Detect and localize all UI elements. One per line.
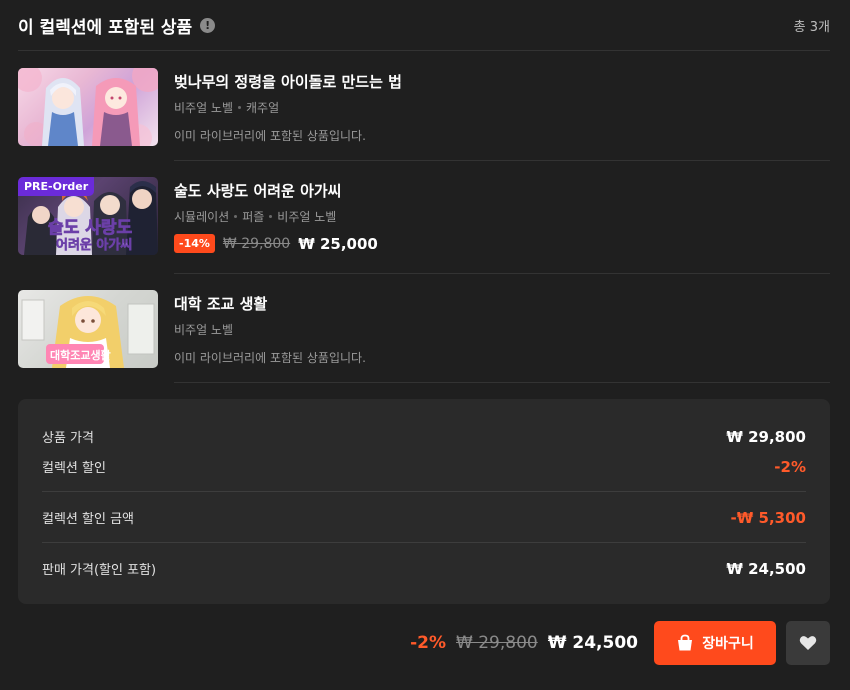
product-info: 술도 사랑도 어려운 아가씨 시뮬레이션 퍼즐 비주얼 노벨 -14% ₩ 29… xyxy=(174,177,830,274)
sale-price: ₩ 25,000 xyxy=(298,234,378,253)
product-thumbnail[interactable] xyxy=(18,68,158,146)
sale-price-value: ₩ 24,500 xyxy=(726,559,806,578)
product-tags: 비주얼 노벨 xyxy=(174,321,830,338)
product-title[interactable]: 대학 조교 생활 xyxy=(174,293,830,314)
purchase-bar: -2% ₩ 29,800 ₩ 24,500 장바구니 xyxy=(410,621,830,665)
collection-discount-row: 컬렉션 할인 -2% xyxy=(42,457,806,477)
preorder-badge: PRE-Order xyxy=(18,177,95,196)
product-price-value: ₩ 29,800 xyxy=(726,427,806,446)
sale-price-row: 판매 가격(할인 포함) ₩ 24,500 xyxy=(42,559,806,579)
product-info: 대학 조교 생활 비주얼 노벨 이미 라이브러리에 포함된 상품입니다. xyxy=(174,290,830,383)
product-thumbnail[interactable]: 대학조교생활 xyxy=(18,290,158,368)
product-item[interactable]: 대학조교생활 대학 조교 생활 비주얼 노벨 이미 라이브러리에 포함된 상품입… xyxy=(18,290,830,383)
tag-separator xyxy=(269,215,273,218)
product-price-row: 상품 가격 ₩ 29,800 xyxy=(42,427,806,447)
total-discount: -2% xyxy=(410,633,447,653)
heart-icon xyxy=(799,636,817,650)
tag-separator xyxy=(238,106,242,109)
price-summary: 상품 가격 ₩ 29,800 컬렉션 할인 -2% 컬렉션 할인 금액 -₩ 5… xyxy=(18,399,830,604)
collection-discount-label: 컬렉션 할인 xyxy=(42,461,106,476)
divider xyxy=(42,542,806,543)
product-info: 벚나무의 정령을 아이돌로 만드는 법 비주얼 노벨 캐주얼 이미 라이브러리에… xyxy=(174,68,830,161)
total-original-price: ₩ 29,800 xyxy=(456,633,538,653)
anime-girl-illustration: 대학조교생활 xyxy=(21,296,155,368)
discount-amount-label: 컬렉션 할인 금액 xyxy=(42,512,134,527)
sale-price-label: 판매 가격(할인 포함) xyxy=(42,563,157,578)
product-title[interactable]: 벚나무의 정령을 아이돌로 만드는 법 xyxy=(174,71,830,92)
cover-title-line2: 어려운 아가씨 xyxy=(56,237,132,253)
tag: 비주얼 노벨 xyxy=(277,210,337,224)
product-tags: 비주얼 노벨 캐주얼 xyxy=(174,99,830,116)
price-row: -14% ₩ 29,800 ₩ 25,000 xyxy=(174,234,830,253)
tag: 퍼즐 xyxy=(242,210,265,224)
owned-note: 이미 라이브러리에 포함된 상품입니다. xyxy=(174,129,366,143)
product-item[interactable]: 벚나무의 정령을 아이돌로 만드는 법 비주얼 노벨 캐주얼 이미 라이브러리에… xyxy=(18,68,830,161)
product-price-label: 상품 가격 xyxy=(42,431,94,446)
divider xyxy=(42,491,806,492)
wishlist-button[interactable] xyxy=(786,621,830,665)
tag: 비주얼 노벨 xyxy=(174,323,234,337)
total-final-price: ₩ 24,500 xyxy=(547,633,638,653)
collection-discount-value: -2% xyxy=(774,457,806,476)
discount-amount-row: 컬렉션 할인 금액 -₩ 5,300 xyxy=(42,508,806,528)
original-price: ₩ 29,800 xyxy=(222,235,291,252)
shopping-bag-icon xyxy=(678,634,693,651)
tag-separator xyxy=(234,215,238,218)
product-tags: 시뮬레이션 퍼즐 비주얼 노벨 xyxy=(174,208,830,225)
total-count: 총 3개 xyxy=(793,19,830,35)
add-to-cart-button[interactable]: 장바구니 xyxy=(654,621,776,665)
header-title-group: 이 컬렉션에 포함된 상품 ! xyxy=(18,13,216,38)
cart-button-label: 장바구니 xyxy=(702,636,754,652)
cover-title: 대학조교생활 xyxy=(50,348,111,362)
tag: 시뮬레이션 xyxy=(174,210,230,224)
discount-badge: -14% xyxy=(174,234,215,253)
owned-note: 이미 라이브러리에 포함된 상품입니다. xyxy=(174,351,366,365)
cover-title-line1: 술도 사랑도 xyxy=(48,218,132,238)
tag: 비주얼 노벨 xyxy=(174,101,234,115)
page-title: 이 컬렉션에 포함된 상품 xyxy=(18,17,193,38)
info-icon[interactable]: ! xyxy=(200,17,216,33)
anime-girls-illustration xyxy=(18,68,158,146)
collection-header: 이 컬렉션에 포함된 상품 ! 총 3개 xyxy=(18,0,830,51)
product-item[interactable]: 술도 사랑도 어려운 아가씨 PRE-Order 술도 사랑도 어려운 아가씨 … xyxy=(18,177,830,274)
discount-amount-value: -₩ 5,300 xyxy=(730,508,806,527)
collection-panel: 이 컬렉션에 포함된 상품 ! 총 3개 벚나무의 정령을 아이돌로 만드는 법… xyxy=(0,0,850,690)
product-title[interactable]: 술도 사랑도 어려운 아가씨 xyxy=(174,180,830,201)
tag: 캐주얼 xyxy=(246,101,280,115)
product-thumbnail[interactable]: 술도 사랑도 어려운 아가씨 PRE-Order xyxy=(18,177,158,255)
